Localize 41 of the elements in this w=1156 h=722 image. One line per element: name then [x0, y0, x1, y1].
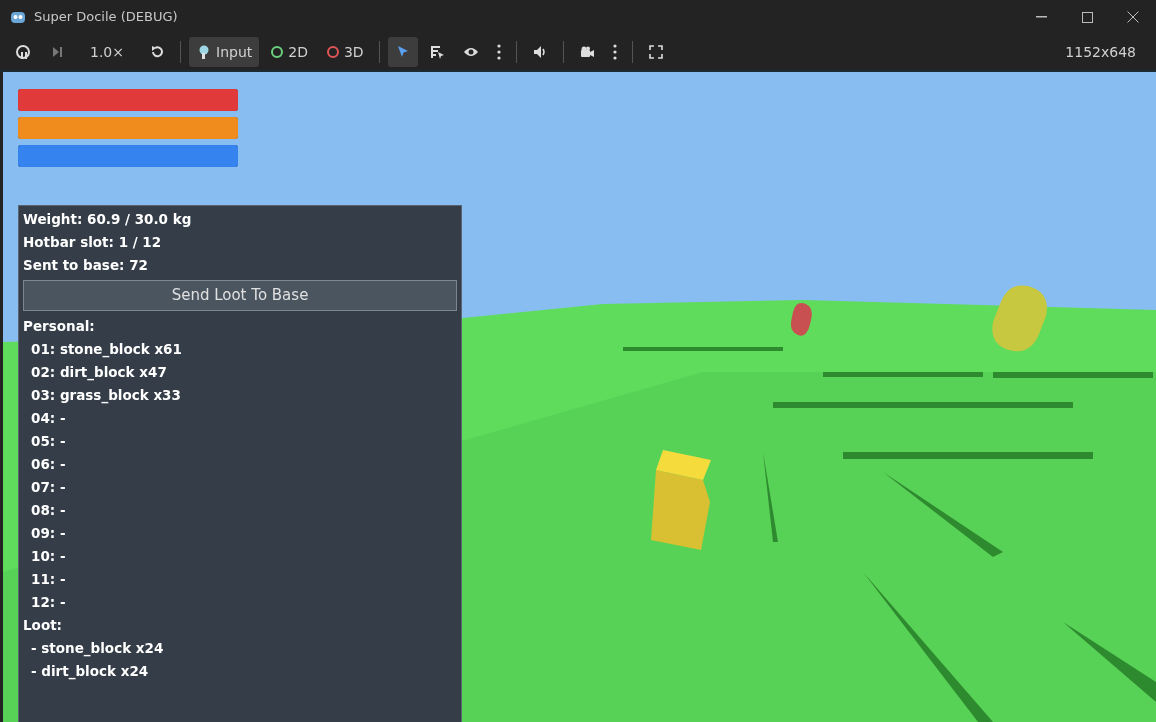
slot-text: 02: dirt_block x47 [30, 363, 168, 383]
slot-text: 01: stone_block x61 [30, 340, 183, 360]
speaker-icon [531, 44, 548, 60]
fullscreen-icon [647, 44, 664, 60]
reset-icon [149, 44, 165, 60]
loot-text: - stone_block x24 [30, 639, 165, 659]
more-icon [612, 44, 617, 60]
minimize-icon [1035, 16, 1047, 18]
pointer-button[interactable] [387, 37, 418, 67]
mode-button[interactable]: 2D [263, 37, 315, 67]
mode-button[interactable]: Input [189, 37, 260, 67]
mode-button[interactable]: 3D [318, 37, 371, 67]
slot-text: 10: - [30, 547, 67, 566]
slot-text: 03: grass_block x33 [30, 386, 182, 406]
slot-text: 09: - [30, 524, 67, 543]
send-loot-button[interactable]: Send Loot To Base [23, 280, 457, 311]
resolution-label: 1152x648 [1065, 42, 1137, 62]
stat-text: Sent to base: 72 [23, 256, 149, 275]
pause-circle-icon [15, 44, 31, 60]
slot-text: 06: - [30, 455, 67, 474]
close-icon [1127, 11, 1139, 23]
maximize-icon [1081, 11, 1093, 23]
capsule-drawing [992, 285, 1047, 352]
slot-text: 08: - [30, 501, 67, 520]
movie-camera-icon [578, 44, 595, 60]
window-title: Super Docile (DEBUG) [34, 8, 178, 27]
capsule-drawing [790, 303, 812, 336]
slot-text: 12: - [30, 593, 67, 612]
more-icon [496, 44, 501, 60]
section-heading: Personal: [23, 317, 96, 336]
engine-logo-icon [10, 9, 26, 25]
slot-text: 11: - [30, 570, 67, 589]
stat-text: Weight: 60.9 / 30.0 kg [23, 210, 193, 229]
slot-text: 04: - [30, 409, 67, 428]
section-heading: Loot: [23, 616, 63, 635]
slot-text: 07: - [30, 478, 67, 497]
list-pointer-icon [428, 44, 445, 60]
slot-text: 05: - [30, 432, 67, 451]
stat-text: Hotbar slot: 1 / 12 [23, 233, 163, 252]
speed-button[interactable]: 1.0× [76, 37, 138, 67]
loot-text: - dirt_block x24 [30, 662, 150, 682]
